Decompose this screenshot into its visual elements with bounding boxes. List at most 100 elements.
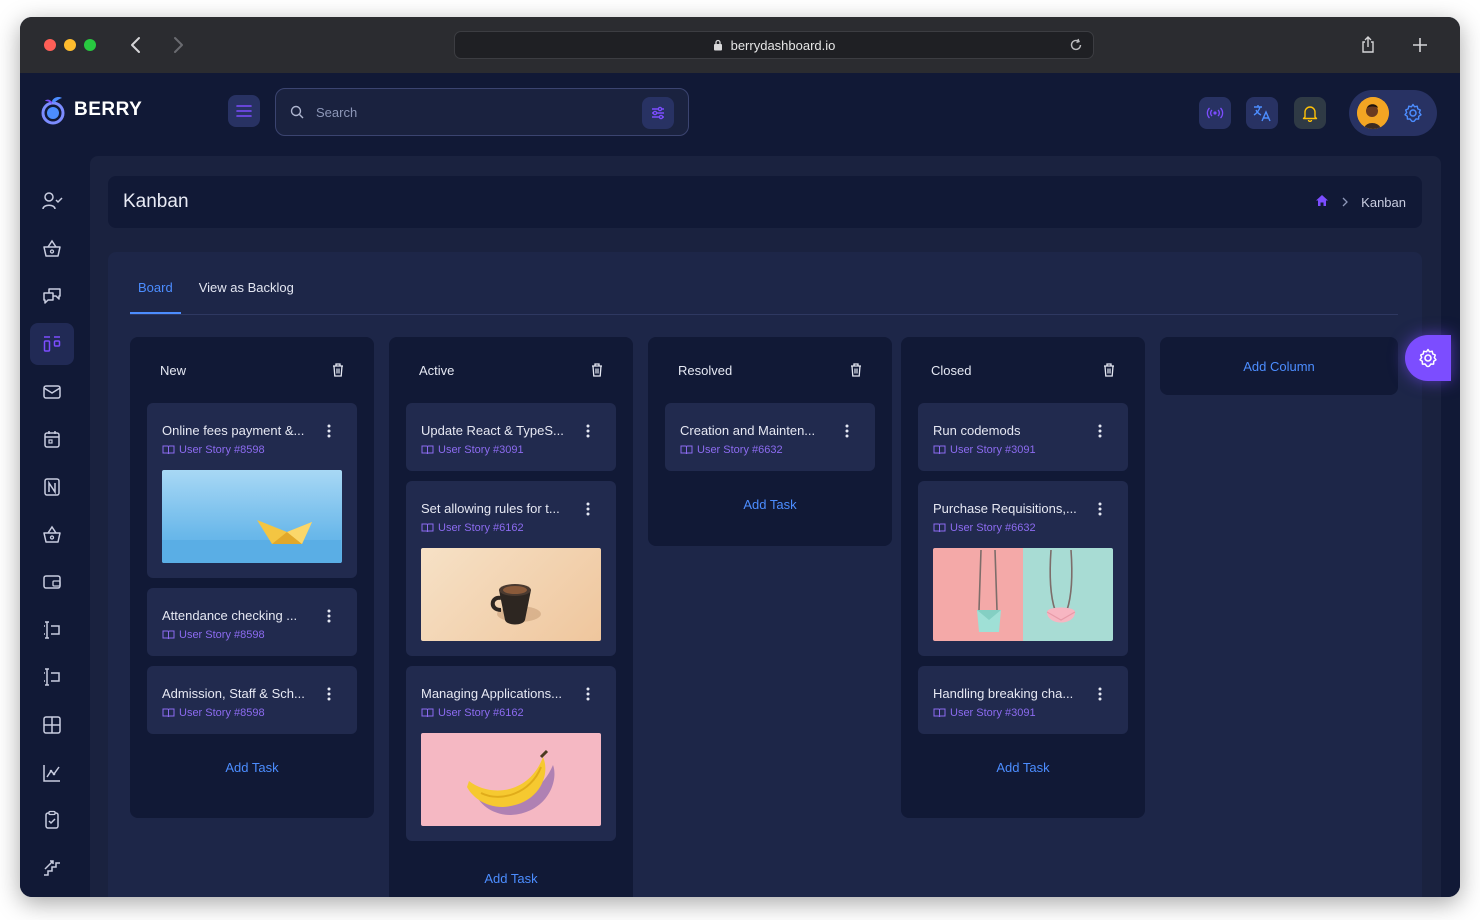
more-vertical-icon xyxy=(1098,687,1102,701)
more-vertical-icon xyxy=(1098,502,1102,516)
card-story-link[interactable]: User Story #6632 xyxy=(680,444,860,456)
lock-icon xyxy=(713,39,723,51)
brand-logo[interactable]: BERRY xyxy=(40,95,142,125)
messages-icon xyxy=(43,288,61,304)
delete-column-button[interactable] xyxy=(1103,363,1115,382)
profile-menu-button[interactable] xyxy=(1349,90,1437,136)
kanban-column-new: New Online fees payment &... User Story … xyxy=(130,337,374,818)
sidebar-item-tasks[interactable] xyxy=(30,799,74,841)
home-icon[interactable] xyxy=(1315,194,1329,210)
breadcrumb: Kanban xyxy=(1315,194,1406,210)
column-title: New xyxy=(160,363,187,378)
card-story-link[interactable]: User Story #6632 xyxy=(933,522,1113,534)
back-button[interactable] xyxy=(124,33,148,57)
card-menu-button[interactable] xyxy=(1098,687,1102,706)
sidebar-item-send[interactable] xyxy=(30,891,74,897)
tab-board[interactable]: Board xyxy=(130,280,181,314)
sidebar-item-chat[interactable] xyxy=(30,275,74,317)
card-story-link[interactable]: User Story #6162 xyxy=(421,522,601,534)
kanban-card[interactable]: Attendance checking ... User Story #8598 xyxy=(147,588,357,656)
add-column-button[interactable]: Add Column xyxy=(1160,337,1398,395)
add-task-button[interactable]: Add Task xyxy=(389,851,633,897)
address-bar[interactable]: berrydashboard.io xyxy=(454,31,1094,59)
chart-icon xyxy=(43,765,60,782)
add-task-button[interactable]: Add Task xyxy=(648,481,892,536)
card-menu-button[interactable] xyxy=(845,424,849,443)
forward-button[interactable] xyxy=(166,33,190,57)
card-menu-button[interactable] xyxy=(586,687,590,706)
card-story-link[interactable]: User Story #6162 xyxy=(421,707,601,719)
close-window-button[interactable] xyxy=(44,39,56,51)
sidebar-item-charts[interactable] xyxy=(30,752,74,794)
card-story-label: User Story #3091 xyxy=(438,444,524,456)
delete-column-button[interactable] xyxy=(850,363,862,382)
card-story-label: User Story #8598 xyxy=(179,629,265,641)
kanban-card[interactable]: Update React & TypeS... User Story #3091 xyxy=(406,403,616,471)
trash-icon xyxy=(851,363,861,377)
sidebar-item-mail[interactable] xyxy=(30,371,74,413)
sidebar xyxy=(20,153,84,897)
more-vertical-icon xyxy=(586,687,590,701)
card-story-link[interactable]: User Story #8598 xyxy=(162,629,342,641)
card-story-link[interactable]: User Story #8598 xyxy=(162,707,342,719)
kanban-card[interactable]: Admission, Staff & Sch... User Story #85… xyxy=(147,666,357,734)
card-story-link[interactable]: User Story #3091 xyxy=(421,444,601,456)
sidebar-item-kanban[interactable] xyxy=(30,323,74,365)
menu-toggle-button[interactable] xyxy=(228,95,260,127)
kanban-tabs: Board View as Backlog xyxy=(130,280,312,314)
card-menu-button[interactable] xyxy=(327,687,331,706)
sidebar-item-invoice[interactable] xyxy=(30,561,74,603)
reload-icon[interactable] xyxy=(1069,38,1083,55)
notifications-button[interactable] xyxy=(1294,97,1326,129)
kanban-card[interactable]: Set allowing rules for t... User Story #… xyxy=(406,481,616,656)
share-button[interactable] xyxy=(1356,33,1380,57)
kanban-card[interactable]: Creation and Mainten... User Story #6632 xyxy=(665,403,875,471)
kanban-card[interactable]: Purchase Requisitions,... User Story #66… xyxy=(918,481,1128,656)
card-menu-button[interactable] xyxy=(1098,502,1102,521)
sidebar-item-customer[interactable] xyxy=(30,514,74,556)
more-vertical-icon xyxy=(586,424,590,438)
card-story-label: User Story #3091 xyxy=(950,444,1036,456)
column-title: Closed xyxy=(931,363,972,378)
sidebar-item-calendar[interactable] xyxy=(30,418,74,460)
sidebar-item-ecommerce[interactable] xyxy=(30,228,74,270)
more-vertical-icon xyxy=(845,424,849,438)
delete-column-button[interactable] xyxy=(332,363,344,382)
live-customization-button[interactable] xyxy=(1199,97,1231,129)
add-task-button[interactable]: Add Task xyxy=(901,744,1145,799)
card-story-link[interactable]: User Story #8598 xyxy=(162,444,342,456)
card-story-link[interactable]: User Story #3091 xyxy=(933,707,1113,719)
new-tab-button[interactable] xyxy=(1408,33,1432,57)
gear-icon xyxy=(1404,103,1422,123)
kanban-card[interactable]: Handling breaking cha... User Story #309… xyxy=(918,666,1128,734)
minimize-window-button[interactable] xyxy=(64,39,76,51)
card-menu-button[interactable] xyxy=(586,424,590,443)
sidebar-item-contact[interactable] xyxy=(30,466,74,508)
search-input[interactable] xyxy=(316,104,616,120)
maximize-window-button[interactable] xyxy=(84,39,96,51)
card-title: Admission, Staff & Sch... xyxy=(162,686,305,701)
bell-icon xyxy=(1302,106,1318,122)
sidebar-item-users[interactable] xyxy=(30,180,74,222)
kanban-card[interactable]: Online fees payment &... User Story #859… xyxy=(147,403,357,578)
avatar xyxy=(1357,97,1389,129)
sidebar-item-layouts[interactable] xyxy=(30,704,74,746)
search-filter-button[interactable] xyxy=(642,97,674,129)
kanban-card[interactable]: Managing Applications... User Story #616… xyxy=(406,666,616,841)
card-story-link[interactable]: User Story #3091 xyxy=(933,444,1113,456)
book-icon xyxy=(933,708,946,718)
delete-column-button[interactable] xyxy=(591,363,603,382)
tab-backlog[interactable]: View as Backlog xyxy=(191,280,302,314)
add-task-button[interactable]: Add Task xyxy=(130,744,374,799)
card-menu-button[interactable] xyxy=(1098,424,1102,443)
theme-settings-button[interactable] xyxy=(1405,335,1451,381)
sidebar-item-forms[interactable] xyxy=(30,609,74,651)
clipboard-check-icon xyxy=(45,810,59,829)
card-menu-button[interactable] xyxy=(586,502,590,521)
card-menu-button[interactable] xyxy=(327,424,331,443)
language-button[interactable] xyxy=(1246,97,1278,129)
sidebar-item-steps[interactable] xyxy=(30,847,74,889)
sidebar-item-forms-validation[interactable] xyxy=(30,656,74,698)
card-menu-button[interactable] xyxy=(327,609,331,628)
kanban-card[interactable]: Run codemods User Story #3091 xyxy=(918,403,1128,471)
